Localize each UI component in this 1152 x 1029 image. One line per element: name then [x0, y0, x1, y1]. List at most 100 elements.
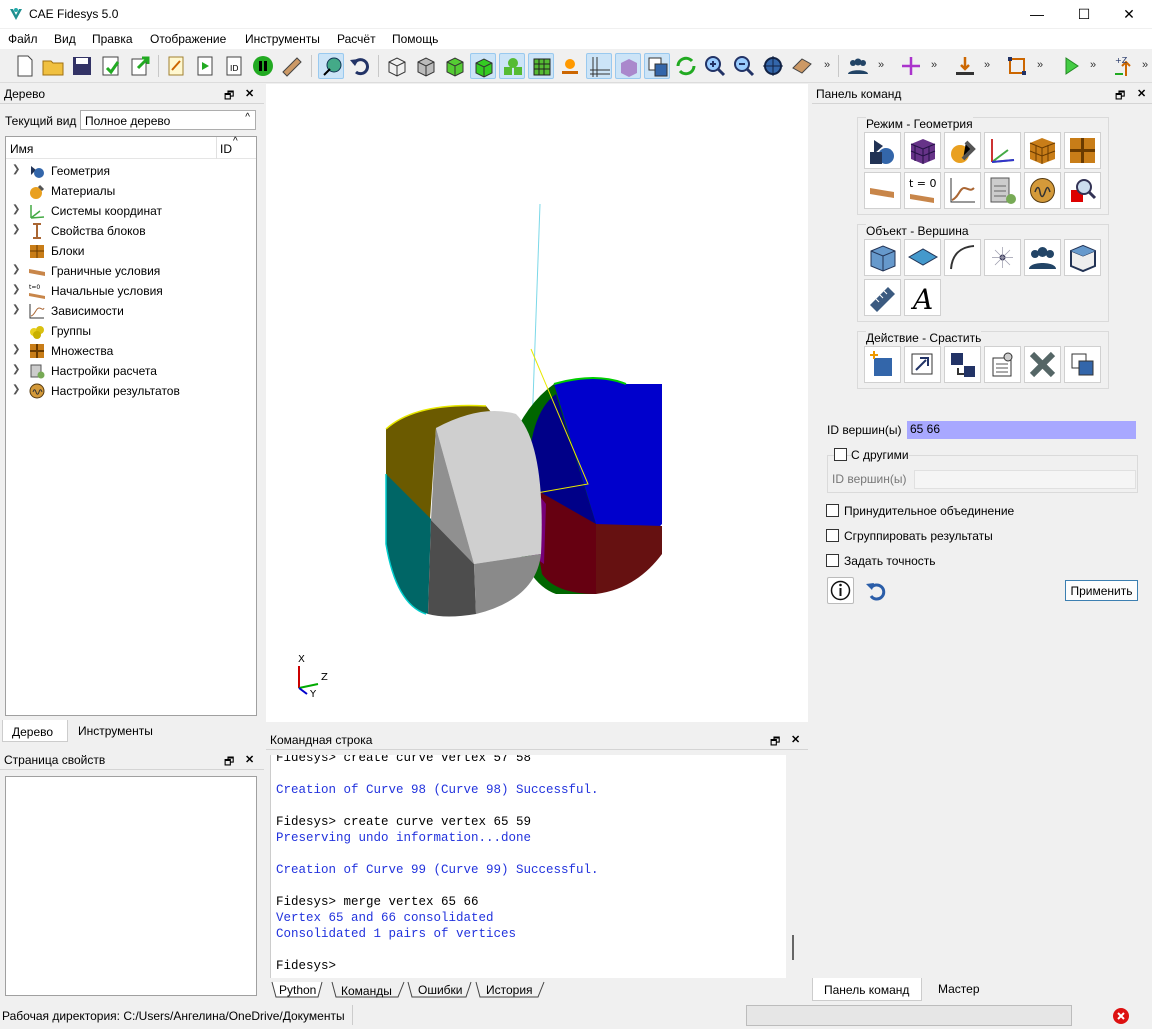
menu-tools[interactable]: Инструменты — [245, 32, 320, 46]
menu-edit[interactable]: Правка — [92, 32, 133, 46]
toolbar-overflow-icon[interactable]: » — [878, 59, 884, 71]
clear-icon[interactable] — [279, 53, 305, 79]
reset-icon[interactable] — [864, 580, 888, 602]
with-others-checkbox[interactable] — [834, 448, 847, 461]
tree-item[interactable]: ❯ Свойства блоков — [6, 221, 256, 241]
coordinate-system-icon[interactable] — [984, 132, 1021, 169]
close-window-button[interactable]: ✕ — [1106, 0, 1152, 28]
crosshair-icon[interactable] — [898, 53, 924, 79]
command-console[interactable]: Fidesys> create curve vertex 57 58 Creati… — [270, 755, 786, 978]
tab-tree[interactable]: Дерево — [12, 725, 53, 739]
mesh-mode-icon[interactable] — [904, 132, 941, 169]
group-results-checkbox[interactable] — [826, 529, 839, 542]
col-id-header[interactable]: ID — [220, 142, 232, 156]
tree-item[interactable]: ❯ t=0 Начальные условия — [6, 281, 256, 301]
initial-conditions-icon[interactable]: t = 0 — [904, 172, 941, 209]
modify-action-icon[interactable] — [904, 346, 941, 383]
model-canvas[interactable]: X Z Y — [266, 84, 808, 722]
close-icon[interactable]: ✕ — [791, 733, 800, 746]
undock-icon[interactable]: 🗗 — [224, 753, 234, 772]
undo-icon[interactable] — [347, 53, 373, 79]
tree-item[interactable]: Материалы — [6, 181, 256, 201]
menu-help[interactable]: Помощь — [392, 32, 438, 46]
perspective-icon[interactable] — [615, 53, 641, 79]
toolbar-overflow-icon[interactable]: » — [1090, 59, 1096, 71]
maximize-button[interactable]: ☐ — [1061, 0, 1107, 28]
calc-settings-icon[interactable] — [984, 172, 1021, 209]
run-calculation-icon[interactable] — [1058, 53, 1084, 79]
export-icon[interactable] — [127, 53, 153, 79]
dependencies-icon[interactable] — [944, 172, 981, 209]
expand-chevron-icon[interactable]: ❯ — [12, 344, 20, 355]
expand-chevron-icon[interactable]: ❯ — [12, 304, 20, 315]
tree-item[interactable]: Блоки — [6, 241, 256, 261]
undock-icon[interactable]: 🗗 — [1115, 87, 1125, 106]
tab-master[interactable]: Мастер — [938, 982, 980, 996]
volume-icon[interactable] — [864, 239, 901, 276]
transparency-icon[interactable] — [644, 53, 670, 79]
vertex-ids2-input[interactable] — [914, 470, 1136, 489]
smooth-shade-icon[interactable] — [470, 53, 496, 79]
pause-icon[interactable] — [250, 53, 276, 79]
merge-action-icon[interactable] — [944, 346, 981, 383]
results-inspect-icon[interactable] — [1064, 172, 1101, 209]
blocks-icon[interactable] — [1024, 132, 1061, 169]
close-icon[interactable]: ✕ — [245, 753, 254, 766]
wireframe-icon[interactable] — [384, 53, 410, 79]
menu-file[interactable]: Файл — [8, 32, 38, 46]
refresh-icon[interactable] — [673, 53, 699, 79]
tree-item[interactable]: ❯ Настройки расчета — [6, 361, 256, 381]
import-icon[interactable] — [98, 53, 124, 79]
toolbar-overflow-icon[interactable]: » — [824, 59, 830, 71]
bc-display-icon[interactable] — [557, 53, 583, 79]
menu-calc[interactable]: Расчёт — [337, 32, 376, 46]
surface-icon[interactable] — [904, 239, 941, 276]
sets-icon[interactable] — [1064, 132, 1101, 169]
text-icon[interactable]: A — [904, 279, 941, 316]
undock-icon[interactable]: 🗗 — [770, 733, 780, 752]
group-object-icon[interactable] — [1024, 239, 1061, 276]
toolbar-overflow-icon[interactable]: » — [984, 59, 990, 71]
expand-chevron-icon[interactable]: ❯ — [12, 384, 20, 395]
shaded-icon[interactable] — [442, 53, 468, 79]
toolbar-overflow-icon[interactable]: » — [1142, 59, 1148, 71]
stop-icon[interactable] — [1112, 1007, 1130, 1025]
tab-python[interactable]: Python — [279, 983, 316, 997]
material-mode-icon[interactable] — [944, 132, 981, 169]
tree-view[interactable]: Имя ID ^ ❯ Геометрия Материалы ❯ Системы коо… — [5, 136, 257, 716]
apply-button[interactable]: Применить — [1065, 580, 1138, 601]
close-icon[interactable]: ✕ — [1137, 87, 1146, 100]
delete-action-icon[interactable] — [1024, 346, 1061, 383]
tree-item[interactable]: ❯ Системы координат — [6, 201, 256, 221]
tab-errors[interactable]: Ошибки — [418, 983, 463, 997]
tree-item[interactable]: ❯ Геометрия — [6, 161, 256, 181]
bounding-box-icon[interactable] — [1004, 53, 1030, 79]
selection-icon[interactable] — [318, 53, 344, 79]
tree-item[interactable]: ❯ Множества — [6, 341, 256, 361]
close-icon[interactable]: ✕ — [245, 87, 254, 100]
axes-toggle-icon[interactable] — [586, 53, 612, 79]
zoom-in-icon[interactable] — [702, 53, 728, 79]
run-script-icon[interactable] — [192, 53, 218, 79]
curve-icon[interactable] — [944, 239, 981, 276]
copy-action-icon[interactable] — [1064, 346, 1101, 383]
col-name-header[interactable]: Имя — [10, 142, 33, 156]
results-settings-icon[interactable] — [1024, 172, 1061, 209]
vertex-ids-input[interactable]: 65 66 — [907, 421, 1136, 439]
zoom-out-icon[interactable] — [731, 53, 757, 79]
tree-item[interactable]: ❯ Зависимости — [6, 301, 256, 321]
tree-item[interactable]: ❯ Граничные условия — [6, 261, 256, 281]
id-script-icon[interactable]: ID — [221, 53, 247, 79]
view-select[interactable]: Полное дерево ^ — [80, 110, 256, 130]
info-button[interactable] — [827, 577, 854, 604]
geometry-mode-icon[interactable] — [864, 132, 901, 169]
tab-history[interactable]: История — [486, 983, 533, 997]
tab-tools[interactable]: Инструменты — [78, 724, 153, 738]
expand-chevron-icon[interactable]: ❯ — [12, 164, 20, 175]
measure-icon[interactable] — [864, 279, 901, 316]
groups-icon[interactable] — [845, 53, 871, 79]
tree-item[interactable]: ❯ Настройки результатов — [6, 381, 256, 401]
vertex-icon[interactable] — [984, 239, 1021, 276]
open-folder-icon[interactable] — [40, 53, 66, 79]
fit-view-icon[interactable] — [760, 53, 786, 79]
